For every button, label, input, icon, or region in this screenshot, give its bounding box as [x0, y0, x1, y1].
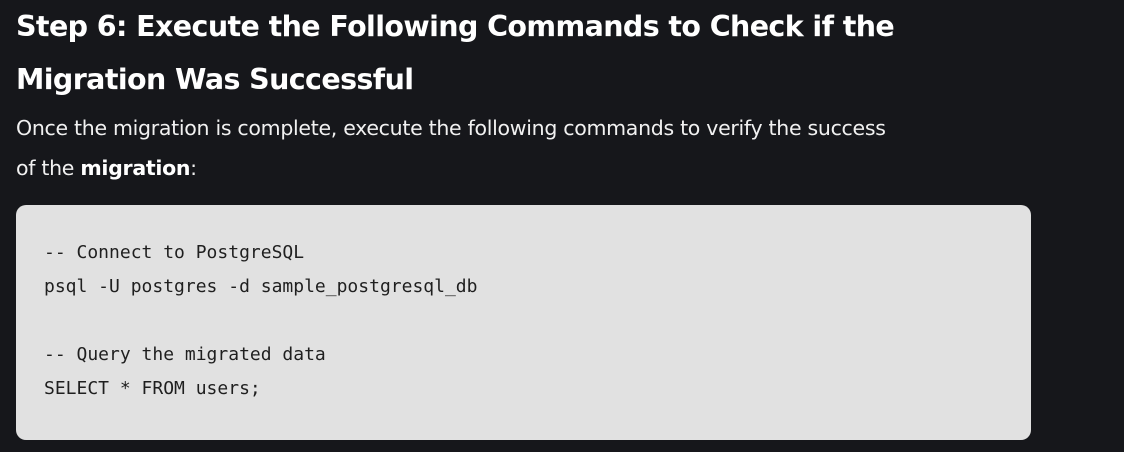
description-line-2: of the migration: — [16, 148, 1056, 188]
description-bold-term: migration — [80, 156, 191, 180]
step-heading: Step 6: Execute the Following Commands t… — [16, 0, 1056, 106]
code-line-select-statement: SELECT * FROM users; — [44, 378, 261, 399]
step-heading-line-1: Step 6: Execute the Following Commands t… — [16, 10, 895, 43]
description-suffix: : — [190, 156, 197, 180]
code-line-psql-command: psql -U postgres -d sample_postgresql_db — [44, 276, 478, 297]
step-description: Once the migration is complete, execute … — [16, 108, 1056, 188]
description-prefix: of the — [16, 156, 81, 180]
article-content: Step 6: Execute the Following Commands t… — [16, 0, 1056, 188]
code-block[interactable]: -- Connect to PostgreSQL psql -U postgre… — [16, 205, 1031, 440]
code-line-comment-query: -- Query the migrated data — [44, 344, 326, 365]
description-line-1: Once the migration is complete, execute … — [16, 116, 886, 140]
code-line-comment-connect: -- Connect to PostgreSQL — [44, 242, 305, 263]
step-heading-line-2: Migration Was Successful — [16, 63, 414, 96]
